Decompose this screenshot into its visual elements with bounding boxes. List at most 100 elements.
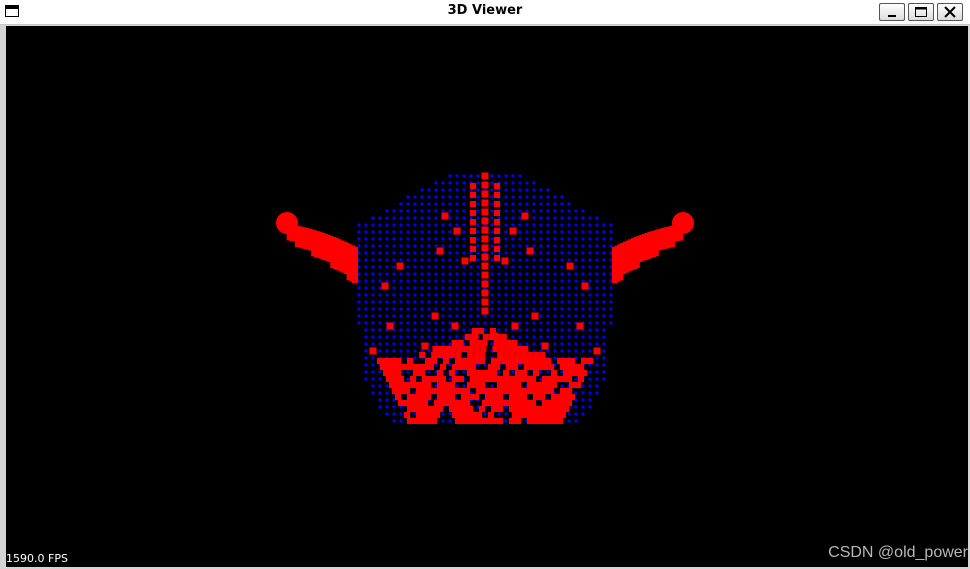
model-vertex (413, 321, 416, 324)
model-vertex (434, 223, 437, 226)
model-muzzle-point (465, 334, 471, 340)
model-muzzle-point (467, 406, 473, 412)
model-vertex (525, 258, 528, 261)
model-vertex (588, 258, 591, 261)
close-button[interactable] (937, 3, 963, 21)
model-vertex (567, 279, 570, 282)
model-muzzle-point (461, 358, 467, 364)
model-vertex (420, 314, 423, 317)
model-muzzle-point (407, 358, 413, 364)
model-vertex (378, 335, 381, 338)
model-muzzle-point (398, 388, 404, 394)
model-vertex (539, 293, 542, 296)
model-vertex (595, 279, 598, 282)
model-vertex (364, 230, 367, 233)
model-vertex (399, 272, 402, 275)
model-vertex (364, 321, 367, 324)
model-vertex (434, 181, 437, 184)
model-vertex (469, 174, 472, 177)
model-vertex (476, 258, 479, 261)
model-muzzle-point (485, 370, 491, 376)
model-vertex (567, 300, 570, 303)
model-vertex (609, 223, 612, 226)
model-vertex (364, 251, 367, 254)
model-vertex (511, 209, 514, 212)
model-muzzle-point (524, 400, 530, 406)
model-muzzle-point (458, 412, 464, 418)
model-muzzle-point (407, 406, 413, 412)
model-vertex (399, 307, 402, 310)
model-vertex (588, 244, 591, 247)
model-muzzle-point (431, 358, 437, 364)
model-vertex (602, 328, 605, 331)
3d-viewport[interactable]: 1590.0 FPS (6, 26, 968, 567)
model-vertex (441, 188, 444, 191)
model-vertex (602, 279, 605, 282)
model-vertex (427, 328, 430, 331)
model-vertex (371, 230, 374, 233)
model-vertex (588, 335, 591, 338)
model-vertex (574, 293, 577, 296)
model-muzzle-point (569, 370, 575, 376)
model-muzzle-point (383, 370, 389, 376)
model-vertex (532, 209, 535, 212)
model-vertex (448, 279, 451, 282)
model-vertex (357, 237, 360, 240)
model-muzzle-point (438, 346, 444, 352)
model-vertex (490, 314, 493, 317)
model-muzzle-point (452, 340, 458, 346)
model-vertex (595, 216, 598, 219)
model-muzzle-point (437, 406, 443, 412)
model-muzzle-point (428, 388, 434, 394)
model-horn-point (347, 274, 353, 280)
model-vertex (504, 237, 507, 240)
model-vertex (364, 293, 367, 296)
model-muzzle-point (392, 376, 398, 382)
model-vertex (392, 272, 395, 275)
model-vertex (399, 419, 402, 422)
model-vertex (413, 223, 416, 226)
model-vertex (441, 230, 444, 233)
model-vertex (371, 293, 374, 296)
model-vertex (371, 286, 374, 289)
model-crest-point (482, 299, 489, 306)
model-vertex (434, 244, 437, 247)
model-muzzle-point (482, 388, 488, 394)
maximize-button[interactable] (908, 3, 934, 21)
model-highlight-point (502, 258, 509, 265)
model-muzzle-point (512, 340, 518, 346)
model-highlight-point (512, 323, 519, 330)
model-highlight-point (594, 348, 601, 355)
model-vertex (525, 237, 528, 240)
model-muzzle-point (545, 358, 551, 364)
model-vertex (399, 202, 402, 205)
model-vertex (567, 412, 570, 415)
model-vertex (532, 293, 535, 296)
model-vertex (371, 370, 374, 373)
model-vertex (539, 216, 542, 219)
model-vertex (441, 335, 444, 338)
model-vertex (490, 300, 493, 303)
model-vertex (574, 251, 577, 254)
model-muzzle-point (479, 358, 485, 364)
title-bar[interactable]: 3D Viewer (0, 0, 970, 25)
model-vertex (560, 209, 563, 212)
model-vertex (546, 265, 549, 268)
model-vertex (378, 237, 381, 240)
model-vertex (462, 244, 465, 247)
model-vertex (448, 265, 451, 268)
model-vertex (560, 216, 563, 219)
model-muzzle-point (548, 376, 554, 382)
model-vertex (574, 307, 577, 310)
model-muzzle-point (491, 370, 497, 376)
model-muzzle-point (575, 382, 581, 388)
model-vertex (469, 286, 472, 289)
model-vertex (357, 307, 360, 310)
minimize-button[interactable] (879, 3, 905, 21)
model-vertex (469, 321, 472, 324)
model-vertex (448, 314, 451, 317)
model-highlight-point (582, 283, 589, 290)
model-muzzle-point (434, 388, 440, 394)
model-vertex (406, 377, 409, 380)
model-vertex (434, 335, 437, 338)
